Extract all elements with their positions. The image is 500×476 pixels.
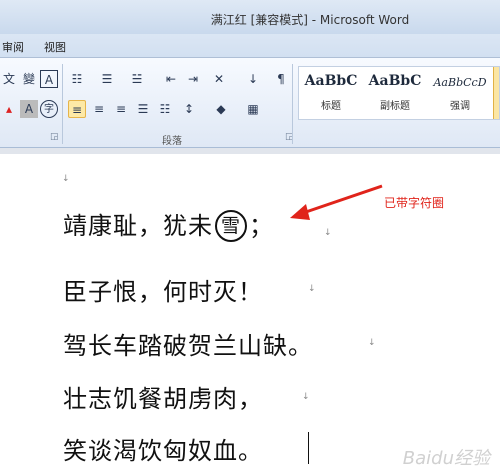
font-color-icon[interactable]: ▴ <box>0 100 18 118</box>
style-sample: AaBbC <box>304 73 358 89</box>
line-spacing-icon[interactable]: ↕ <box>180 100 198 118</box>
annotation-label: 已带字符圈 <box>384 196 445 210</box>
group-separator <box>62 64 63 144</box>
shading-icon[interactable]: ◆ <box>212 100 230 118</box>
style-name: 副标题 <box>380 101 410 112</box>
clear-format-icon[interactable]: 變 <box>20 70 38 88</box>
numbering-icon[interactable]: ☰ <box>98 70 116 88</box>
group-separator <box>292 64 293 144</box>
char-border-button[interactable]: A <box>40 70 58 88</box>
style-gallery-more[interactable] <box>493 67 499 119</box>
style-emphasis[interactable]: AaBbCcD 强调 <box>427 67 493 119</box>
align-center-icon[interactable]: ≡ <box>90 100 108 118</box>
enclosed-char-button[interactable]: 字 <box>40 100 58 118</box>
ribbon-tab-row: 审阅 视图 <box>0 34 500 58</box>
style-subtitle[interactable]: AaBbC 副标题 <box>363 67 427 119</box>
phonetic-guide-icon[interactable]: 文 <box>0 70 18 88</box>
chinese-layout-icon[interactable]: ✕ <box>210 70 228 88</box>
justify-icon[interactable]: ☰ <box>134 100 152 118</box>
decrease-indent-icon[interactable]: ⇤ <box>162 70 180 88</box>
increase-indent-icon[interactable]: ⇥ <box>184 70 202 88</box>
style-name: 标题 <box>321 101 341 112</box>
ribbon: 文 變 A ▴ A 字 ☷ ☰ ☱ ⇤ ⇥ ✕ ↓ ¶ ≡ ≡ ≡ ☰ ☷ ↕ … <box>0 58 500 148</box>
char-shading-button[interactable]: A <box>20 100 38 118</box>
align-left-button[interactable]: ≡ <box>68 100 86 118</box>
show-marks-icon[interactable]: ¶ <box>272 70 290 88</box>
tab-review[interactable]: 审阅 <box>2 39 24 55</box>
sort-icon[interactable]: ↓ <box>244 70 262 88</box>
document-page[interactable]: ↓ 靖康耻，犹未雪； ↓ 臣子恨，何时灭！ ↓ 驾长车踏破贺兰山缺。 ↓ 壮志饥… <box>0 154 500 476</box>
style-heading[interactable]: AaBbC 标题 <box>299 67 363 119</box>
bullets-icon[interactable]: ☷ <box>68 70 86 88</box>
paragraph-group-label: 段落 <box>162 136 182 147</box>
title-bar: 满江红 [兼容模式] - Microsoft Word <box>0 0 500 34</box>
window-title: 满江红 [兼容模式] - Microsoft Word <box>210 13 410 27</box>
distributed-icon[interactable]: ☷ <box>156 100 174 118</box>
style-sample: AaBbC <box>368 73 422 89</box>
font-dialog-launcher-icon[interactable]: ◲ <box>50 132 59 142</box>
style-name: 强调 <box>450 101 470 112</box>
style-sample: AaBbCcD <box>433 76 487 89</box>
borders-icon[interactable]: ▦ <box>244 100 262 118</box>
styles-gallery: AaBbC 标题 AaBbC 副标题 AaBbCcD 强调 <box>298 66 500 120</box>
tab-view[interactable]: 视图 <box>44 39 66 55</box>
multilevel-list-icon[interactable]: ☱ <box>128 70 146 88</box>
watermark: Baidu经验 <box>402 448 490 469</box>
align-right-icon[interactable]: ≡ <box>112 100 130 118</box>
